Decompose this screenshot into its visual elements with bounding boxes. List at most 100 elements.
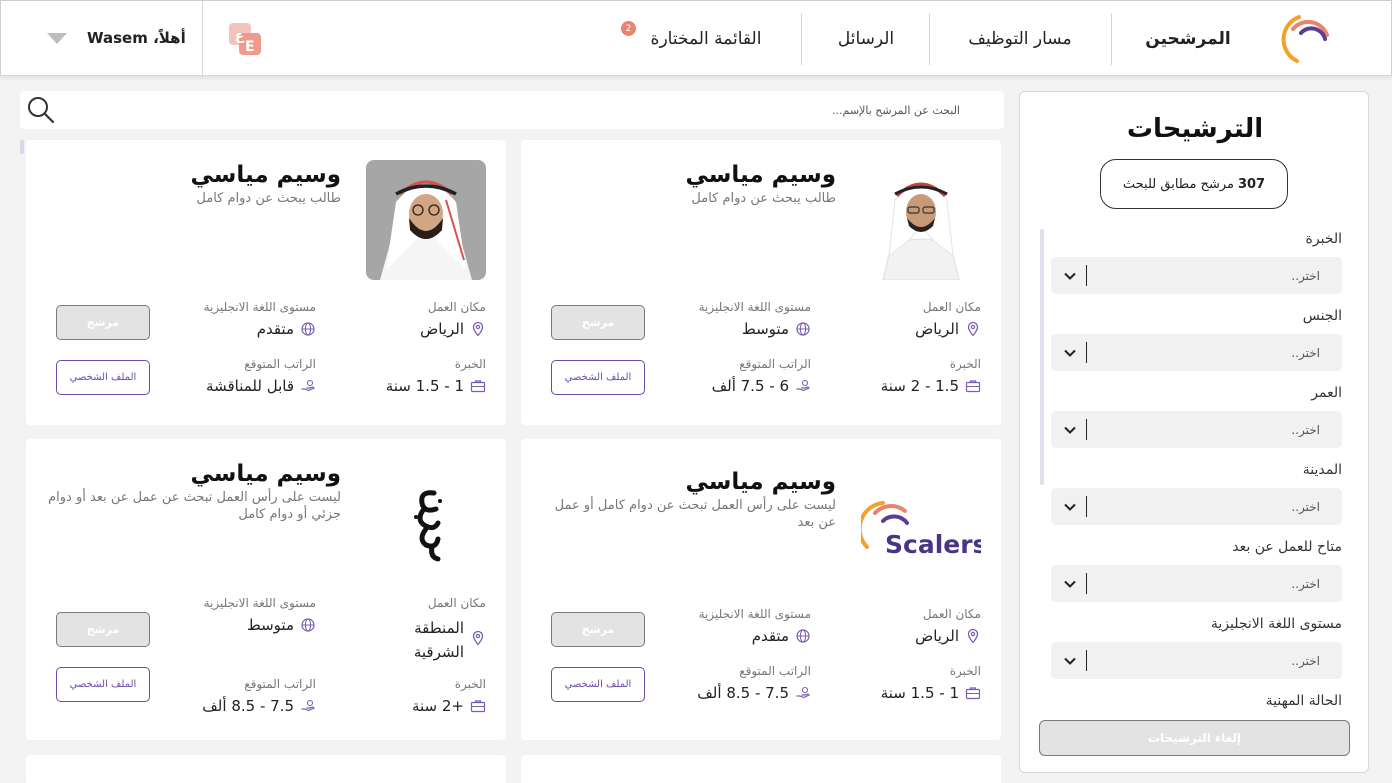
nav-hiring-path[interactable]: مسار التوظيف	[941, 1, 1099, 77]
chevron-down-icon	[1064, 503, 1076, 511]
nominate-button[interactable]: مرشح	[551, 305, 645, 340]
profile-button[interactable]: الملف الشخصي	[551, 360, 645, 395]
candidate-card	[26, 755, 506, 783]
user-menu-chevron-down-icon[interactable]	[47, 33, 67, 44]
experience-value: +2 سنة	[412, 697, 486, 715]
select-divider	[1086, 419, 1087, 440]
salary-label: الراتب المتوقع	[244, 677, 316, 691]
briefcase-icon	[965, 687, 981, 700]
nav-divider	[929, 13, 930, 65]
location-label: مكان العمل	[427, 596, 486, 610]
select-placeholder: اختر..	[1291, 345, 1320, 360]
candidate-description: ليست على رأس العمل تبحث عن دوام كامل أو …	[554, 498, 836, 530]
chevron-down-icon	[1064, 657, 1076, 665]
filter-select-gender[interactable]: اختر..	[1051, 334, 1342, 371]
results-scrollbar[interactable]	[20, 140, 24, 154]
filter-select-remote[interactable]: اختر..	[1051, 565, 1342, 602]
candidate-name: وسيم مياسي	[685, 162, 837, 188]
experience-label: الخبرة	[454, 357, 486, 371]
filter-label-english: مستوى اللغة الانجليزية	[1210, 616, 1342, 632]
filter-label-experience: الخبرة	[1305, 231, 1342, 247]
nav-divider	[801, 13, 802, 65]
select-placeholder: اختر..	[1291, 499, 1320, 514]
english-level-label: مستوى اللغة الانجليزية	[698, 607, 811, 621]
search-icon[interactable]	[26, 95, 56, 125]
nav-messages[interactable]: الرسائل	[813, 1, 919, 77]
profile-button[interactable]: الملف الشخصي	[56, 360, 150, 395]
globe-icon	[301, 618, 315, 632]
nav-shortlist[interactable]: القائمة المختارة	[631, 1, 781, 77]
results-count-text: مرشح مطابق للبحث	[1122, 176, 1234, 192]
chevron-down-icon	[1064, 349, 1076, 357]
select-placeholder: اختر..	[1291, 576, 1320, 591]
salary-value: 6 - 7.5 ألف	[712, 377, 811, 395]
filters-title: الترشيحات	[1126, 114, 1264, 144]
experience-value: 1 - 1.5 سنة	[881, 684, 981, 702]
hand-money-icon	[301, 699, 316, 712]
salary-value: قابل للمناقشة	[206, 377, 316, 395]
select-divider	[1086, 342, 1087, 363]
nominate-button[interactable]: مرشح	[56, 612, 150, 647]
experience-label: الخبرة	[949, 664, 981, 678]
candidate-photo	[366, 160, 486, 280]
filter-select-age[interactable]: اختر..	[1051, 411, 1342, 448]
top-navigation-bar: المرشحين مسار التوظيف الرسائل القائمة ال…	[0, 0, 1392, 77]
profile-button[interactable]: الملف الشخصي	[551, 667, 645, 702]
location-value: الرياض	[915, 320, 981, 338]
filter-label-age: العمر	[1311, 385, 1342, 401]
company-logo	[366, 479, 486, 569]
candidate-card: وسيم مياسي طالب يبحث عن دوام كامل مكان ا…	[26, 140, 506, 425]
location-pin-icon	[472, 630, 484, 646]
filter-label-city: المدينة	[1302, 462, 1342, 478]
svg-text:E: E	[245, 39, 255, 55]
search-input[interactable]	[80, 91, 960, 129]
salary-label: الراتب المتوقع	[739, 357, 811, 371]
filters-panel: الترشيحات 307 مرشح مطابق للبحث الخبرة اخ…	[1019, 91, 1369, 773]
candidate-name: وسيم مياسي	[190, 162, 342, 188]
nominate-button[interactable]: مرشح	[56, 305, 150, 340]
english-level-value: متوسط	[247, 616, 316, 634]
briefcase-icon	[470, 380, 486, 393]
clear-filters-button[interactable]: إلغاء الترشيحات	[1039, 720, 1350, 756]
filter-select-city[interactable]: اختر..	[1051, 488, 1342, 525]
experience-label: الخبرة	[949, 357, 981, 371]
svg-text:ع: ع	[235, 29, 245, 44]
filter-select-experience[interactable]: اختر..	[1051, 257, 1342, 294]
nominate-button[interactable]: مرشح	[551, 612, 645, 647]
location-pin-icon	[967, 628, 979, 644]
chevron-down-icon	[1064, 426, 1076, 434]
globe-icon	[796, 322, 810, 336]
candidate-card: وسيم مياسي طالب يبحث عن دوام كامل مكان ا…	[521, 140, 1001, 425]
chevron-down-icon	[1064, 580, 1076, 588]
select-placeholder: اختر..	[1291, 653, 1320, 668]
shortlist-count-badge: 2	[621, 21, 636, 36]
english-level-value: متقدم	[257, 320, 316, 338]
select-divider	[1086, 496, 1087, 517]
candidate-card	[521, 755, 1001, 783]
hand-money-icon	[796, 686, 811, 699]
company-logo: Scalers	[861, 489, 981, 569]
select-placeholder: اختر..	[1291, 422, 1320, 437]
results-count-pill: 307 مرشح مطابق للبحث	[1100, 159, 1288, 209]
briefcase-icon	[470, 700, 486, 713]
profile-button[interactable]: الملف الشخصي	[56, 667, 150, 702]
candidate-card: وسيم مياسي ليست على رأس العمل تبحث عن عم…	[26, 439, 506, 740]
candidate-description: ليست على رأس العمل تبحث عن عمل عن بعد أو…	[48, 490, 341, 522]
language-switch-icon[interactable]: ع E	[227, 21, 263, 57]
nav-candidates[interactable]: المرشحين	[1121, 1, 1255, 77]
select-divider	[1086, 573, 1087, 594]
candidate-description: طالب يبحث عن دوام كامل	[691, 191, 836, 206]
user-greeting: أهلاً، Wasem	[87, 29, 186, 47]
filters-scrollbar[interactable]	[1040, 229, 1044, 485]
chevron-down-icon	[1064, 272, 1076, 280]
candidate-name: وسيم مياسي	[685, 469, 837, 495]
location-label: مكان العمل	[922, 607, 981, 621]
location-value: الرياض	[420, 320, 486, 338]
brand-logo-icon[interactable]	[1275, 9, 1333, 67]
salary-value: 7.5 - 8.5 ألف	[202, 697, 316, 715]
briefcase-icon	[965, 380, 981, 393]
filter-select-english[interactable]: اختر..	[1051, 642, 1342, 679]
salary-value: 7.5 - 8.5 ألف	[697, 684, 811, 702]
globe-icon	[796, 629, 810, 643]
candidate-name: وسيم مياسي	[190, 461, 342, 487]
